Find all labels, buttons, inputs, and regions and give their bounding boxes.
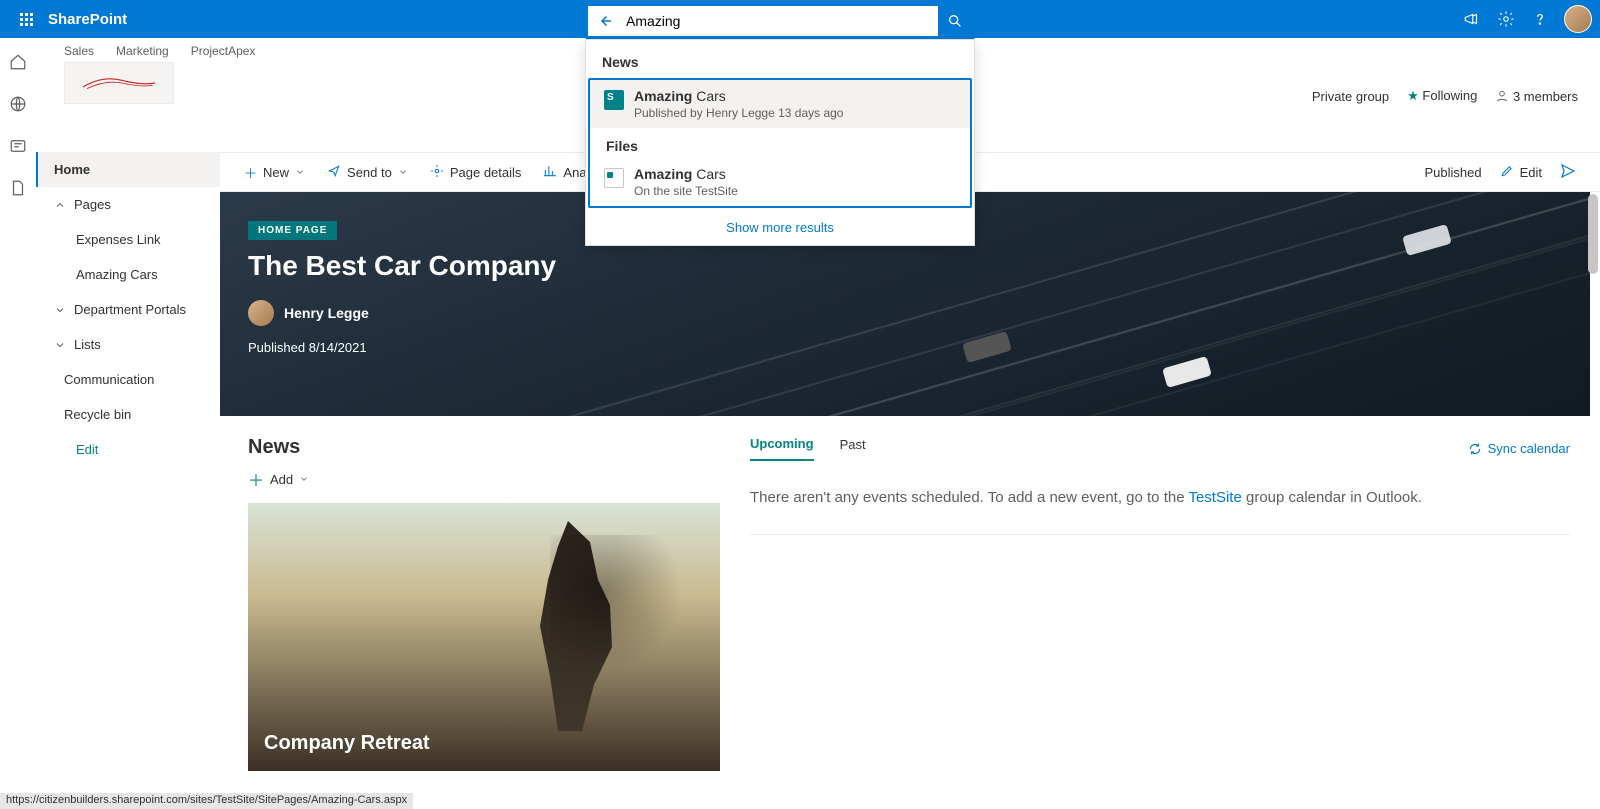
hub-link[interactable]: ProjectApex bbox=[191, 44, 256, 58]
suggestion-news-item[interactable]: Amazing Cars Published by Henry Legge 13… bbox=[590, 80, 970, 128]
follow-button[interactable]: ★ Following bbox=[1407, 88, 1477, 104]
privacy-label: Private group bbox=[1312, 89, 1389, 104]
suggestion-sub: Published by Henry Legge 13 days ago bbox=[634, 106, 843, 120]
cmd-edit[interactable]: Edit bbox=[1500, 164, 1542, 181]
hero-badge: HOME PAGE bbox=[248, 221, 337, 240]
news-card-title: Company Retreat bbox=[264, 732, 430, 755]
published-status: Published bbox=[1424, 165, 1481, 180]
cmd-page-details[interactable]: Page details bbox=[430, 164, 522, 181]
suggestion-file-item[interactable]: Amazing Cars On the site TestSite bbox=[590, 158, 970, 206]
search-submit-icon[interactable] bbox=[938, 6, 972, 36]
app-rail bbox=[0, 38, 36, 809]
search-back-icon[interactable] bbox=[588, 12, 622, 30]
members-button[interactable]: 3 members bbox=[1495, 89, 1578, 104]
tab-past[interactable]: Past bbox=[840, 437, 866, 460]
megaphone-icon[interactable] bbox=[1462, 9, 1482, 29]
suggestion-rest: Cars bbox=[692, 88, 725, 104]
search-suggestions: News Amazing Cars Published by Henry Leg… bbox=[585, 39, 975, 246]
nav-expenses[interactable]: Expenses Link bbox=[36, 222, 220, 257]
suggestion-rest: Cars bbox=[692, 166, 725, 182]
settings-gear-icon[interactable] bbox=[1496, 9, 1516, 29]
show-more-results[interactable]: Show more results bbox=[586, 212, 974, 237]
site-actions: Private group ★ Following 3 members bbox=[1312, 88, 1578, 104]
user-avatar[interactable] bbox=[1564, 5, 1592, 33]
site-logo[interactable] bbox=[64, 62, 174, 104]
cmd-send-to[interactable]: Send to bbox=[327, 164, 408, 181]
events-webpart: Upcoming Past Sync calendar There aren't… bbox=[750, 436, 1590, 771]
page-canvas: HOME PAGE The Best Car Company Henry Leg… bbox=[220, 192, 1590, 795]
nav-pages[interactable]: Pages bbox=[36, 187, 220, 222]
nav-edit[interactable]: Edit bbox=[36, 432, 220, 467]
search-input[interactable] bbox=[622, 13, 938, 29]
sync-calendar-button[interactable]: Sync calendar bbox=[1468, 441, 1570, 456]
app-title: SharePoint bbox=[48, 11, 127, 28]
published-date: Published 8/14/2021 bbox=[248, 340, 1590, 355]
chevron-down-icon bbox=[54, 304, 66, 316]
globe-icon[interactable] bbox=[8, 94, 28, 114]
suggestion-bold: Amazing bbox=[634, 88, 692, 104]
author-avatar bbox=[248, 300, 274, 326]
cmd-new[interactable]: ＋New bbox=[244, 163, 305, 182]
news-card[interactable]: Company Retreat bbox=[248, 503, 720, 771]
events-empty-text: There aren't any events scheduled. To ad… bbox=[750, 487, 1570, 535]
nav-home[interactable]: Home bbox=[36, 152, 220, 187]
nav-communication[interactable]: Communication bbox=[36, 362, 220, 397]
suggestion-header-files: Files bbox=[590, 128, 970, 158]
suggestion-bold: Amazing bbox=[634, 166, 692, 182]
sharepoint-page-icon bbox=[604, 90, 624, 110]
suggestion-header-news: News bbox=[586, 50, 974, 74]
tab-upcoming[interactable]: Upcoming bbox=[750, 436, 814, 461]
testsite-link[interactable]: TestSite bbox=[1188, 489, 1241, 506]
page-title: The Best Car Company bbox=[248, 250, 1590, 282]
author-name: Henry Legge bbox=[284, 305, 369, 321]
suggestion-sub: On the site TestSite bbox=[634, 184, 738, 198]
chevron-down-icon bbox=[54, 339, 66, 351]
status-bar: https://citizenbuilders.sharepoint.com/s… bbox=[0, 793, 413, 809]
app-launcher-icon[interactable] bbox=[8, 1, 44, 37]
site-nav: Home Pages Expenses Link Amazing Cars De… bbox=[36, 152, 220, 809]
file-icon bbox=[604, 168, 624, 188]
nav-lists[interactable]: Lists bbox=[36, 327, 220, 362]
nav-amazing-cars[interactable]: Amazing Cars bbox=[36, 257, 220, 292]
search-region: News Amazing Cars Published by Henry Leg… bbox=[585, 3, 975, 246]
files-icon[interactable] bbox=[8, 178, 28, 198]
sync-icon bbox=[1468, 442, 1482, 456]
nav-recycle-bin[interactable]: Recycle bin bbox=[36, 397, 220, 432]
news-webpart: News ＋Add Company Retreat bbox=[248, 436, 720, 771]
chevron-down-icon bbox=[299, 474, 309, 484]
help-icon[interactable] bbox=[1530, 9, 1550, 29]
hub-link[interactable]: Sales bbox=[64, 44, 94, 58]
chevron-down-icon bbox=[295, 167, 305, 177]
news-icon[interactable] bbox=[8, 136, 28, 156]
cmd-republish-icon[interactable] bbox=[1560, 163, 1576, 182]
chevron-down-icon bbox=[398, 167, 408, 177]
hub-link[interactable]: Marketing bbox=[116, 44, 169, 58]
nav-department-portals[interactable]: Department Portals bbox=[36, 292, 220, 327]
chevron-up-icon bbox=[54, 199, 66, 211]
home-icon[interactable] bbox=[8, 52, 28, 72]
